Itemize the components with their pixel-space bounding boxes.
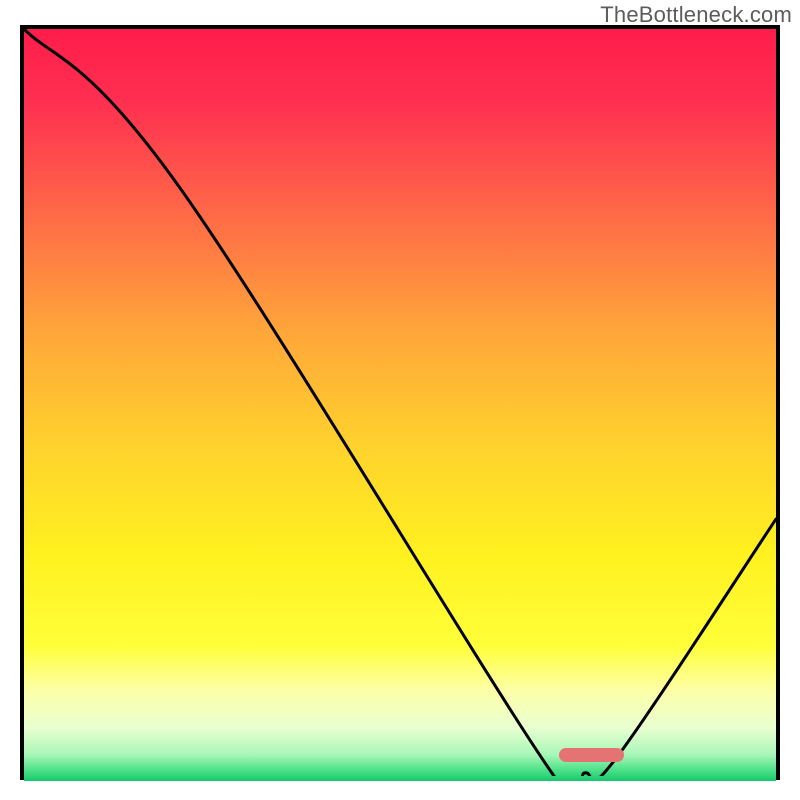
chart-curve bbox=[24, 29, 776, 776]
chart-plot-area bbox=[20, 25, 780, 780]
optimum-bar bbox=[559, 748, 624, 762]
